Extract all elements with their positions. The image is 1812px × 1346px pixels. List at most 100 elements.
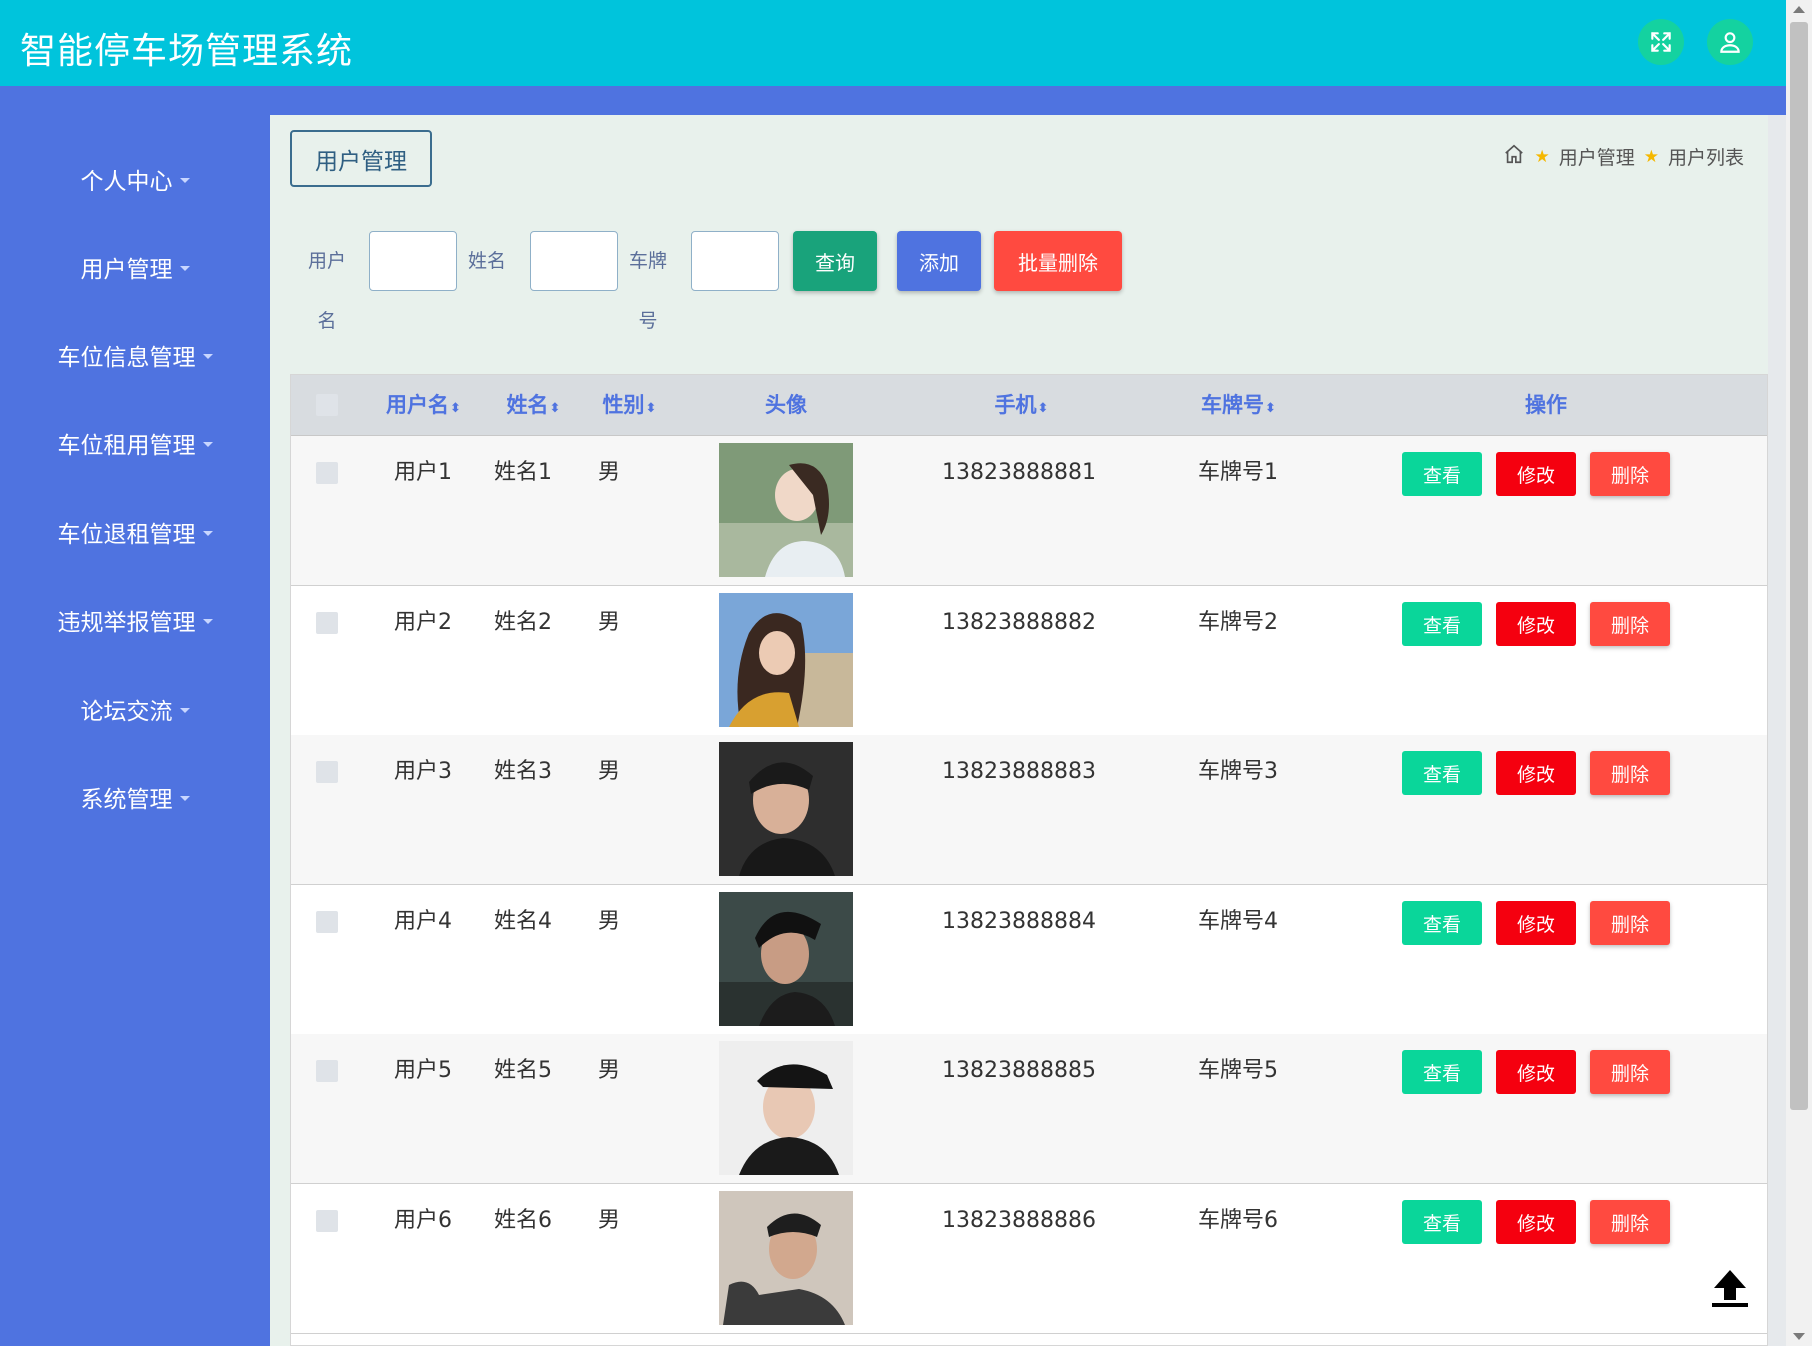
- cell-gender: 男: [597, 759, 620, 784]
- add-button[interactable]: 添加: [897, 231, 981, 291]
- edit-button[interactable]: 修改: [1496, 452, 1576, 496]
- edit-button[interactable]: 修改: [1496, 1050, 1576, 1094]
- breadcrumb-item[interactable]: 用户管理: [1559, 143, 1635, 170]
- app-title: 智能停车场管理系统: [20, 31, 354, 72]
- chevron-down-icon: [202, 441, 213, 447]
- username-label-cont: 名: [317, 310, 337, 332]
- table-header: 用户名⬍ 姓名⬍ 性别⬍ 头像 手机⬍ 车牌号⬍ 操作: [291, 375, 1767, 436]
- cell-phone: 13823888882: [942, 610, 1096, 635]
- home-icon[interactable]: [1503, 143, 1525, 170]
- delete-button[interactable]: 删除: [1590, 452, 1670, 496]
- cell-plate: 车牌号3: [1198, 759, 1278, 784]
- edit-button[interactable]: 修改: [1496, 1200, 1576, 1244]
- select-all-checkbox[interactable]: [316, 394, 338, 416]
- cell-plate: 车牌号6: [1198, 1208, 1278, 1233]
- star-icon: ★: [1643, 146, 1659, 167]
- cell-phone: 13823888883: [942, 759, 1096, 784]
- cell-plate: 车牌号1: [1198, 460, 1278, 485]
- sidebar-item-label: 车位退租管理: [57, 522, 196, 548]
- cell-username: 用户2: [394, 610, 452, 635]
- edit-button[interactable]: 修改: [1496, 602, 1576, 646]
- chevron-down-icon: [179, 795, 190, 801]
- sidebar-item-label: 用户管理: [80, 257, 173, 283]
- delete-button[interactable]: 删除: [1590, 602, 1670, 646]
- star-icon: ★: [1534, 146, 1550, 167]
- edit-button[interactable]: 修改: [1496, 751, 1576, 795]
- row-checkbox[interactable]: [316, 612, 338, 634]
- name-input[interactable]: [530, 231, 618, 291]
- sidebar-item-space-rental[interactable]: 车位租用管理: [0, 423, 270, 463]
- row-checkbox[interactable]: [316, 761, 338, 783]
- tab-user-management[interactable]: 用户管理: [290, 130, 432, 187]
- sort-icon: ⬍: [549, 401, 561, 416]
- scrollbar-thumb[interactable]: [1790, 22, 1808, 1110]
- table-row: 用户4 姓名4 男 13823888884 车牌号4 查看 修改 删除: [291, 885, 1767, 1035]
- cell-gender: 男: [597, 1058, 620, 1083]
- view-button[interactable]: 查看: [1402, 452, 1482, 496]
- sort-icon: ⬍: [450, 401, 461, 416]
- batch-delete-button[interactable]: 批量删除: [994, 231, 1122, 291]
- cell-name: 姓名1: [494, 460, 552, 485]
- cell-name: 姓名2: [494, 610, 552, 635]
- column-header-name[interactable]: 姓名⬍: [493, 375, 573, 436]
- view-button[interactable]: 查看: [1402, 602, 1482, 646]
- arrow-up-icon: [1712, 1270, 1748, 1307]
- column-header-gender[interactable]: 性别⬍: [589, 375, 669, 436]
- column-header-phone[interactable]: 手机⬍: [966, 375, 1076, 436]
- sidebar-item-user-management[interactable]: 用户管理: [0, 247, 270, 287]
- sidebar-item-label: 违规举报管理: [57, 610, 196, 636]
- scrollbar[interactable]: [1786, 0, 1812, 1346]
- query-button[interactable]: 查询: [793, 231, 877, 291]
- edit-button[interactable]: 修改: [1496, 901, 1576, 945]
- sidebar-item-forum[interactable]: 论坛交流: [0, 689, 270, 729]
- scroll-up-icon[interactable]: [1793, 6, 1805, 13]
- cell-name: 姓名4: [494, 909, 552, 934]
- sidebar-item-personal-center[interactable]: 个人中心: [0, 159, 270, 199]
- sidebar-item-system[interactable]: 系统管理: [0, 777, 270, 817]
- view-button[interactable]: 查看: [1402, 751, 1482, 795]
- column-header-actions: 操作: [1525, 393, 1567, 417]
- plate-input[interactable]: [691, 231, 779, 291]
- delete-button[interactable]: 删除: [1590, 1050, 1670, 1094]
- sidebar-item-label: 系统管理: [80, 787, 173, 813]
- avatar: [719, 742, 853, 876]
- cell-phone: 13823888885: [942, 1058, 1096, 1083]
- cell-gender: 男: [597, 909, 620, 934]
- delete-button[interactable]: 删除: [1590, 901, 1670, 945]
- view-button[interactable]: 查看: [1402, 1050, 1482, 1094]
- cell-username: 用户6: [394, 1208, 452, 1233]
- delete-button[interactable]: 删除: [1590, 751, 1670, 795]
- avatar: [719, 443, 853, 577]
- cell-plate: 车牌号4: [1198, 909, 1278, 934]
- view-button[interactable]: 查看: [1402, 901, 1482, 945]
- table-row: 用户2 姓名2 男 13823888882 车牌号2 查看 修改 删除: [291, 586, 1767, 736]
- row-checkbox[interactable]: [316, 911, 338, 933]
- cell-gender: 男: [597, 610, 620, 635]
- sidebar-item-label: 论坛交流: [80, 699, 173, 725]
- username-input[interactable]: [369, 231, 457, 291]
- row-checkbox[interactable]: [316, 1060, 338, 1082]
- column-header-username[interactable]: 用户名⬍: [373, 375, 473, 436]
- sort-icon: ⬍: [645, 401, 657, 416]
- cell-phone: 13823888881: [942, 460, 1096, 485]
- chevron-down-icon: [202, 353, 213, 359]
- delete-button[interactable]: 删除: [1590, 1200, 1670, 1244]
- view-button[interactable]: 查看: [1402, 1200, 1482, 1244]
- avatar: [719, 1041, 853, 1175]
- breadcrumb: ★ 用户管理 ★ 用户列表: [1503, 143, 1744, 170]
- sidebar-item-violation-report[interactable]: 违规举报管理: [0, 600, 270, 640]
- sidebar-item-space-info[interactable]: 车位信息管理: [0, 335, 270, 375]
- row-checkbox[interactable]: [316, 462, 338, 484]
- cell-phone: 13823888884: [942, 909, 1096, 934]
- avatar: [719, 593, 853, 727]
- sidebar-item-space-return[interactable]: 车位退租管理: [0, 512, 270, 552]
- column-header-plate[interactable]: 车牌号⬍: [1183, 375, 1293, 436]
- user-icon[interactable]: [1707, 19, 1753, 65]
- sidebar-item-label: 车位租用管理: [57, 433, 196, 459]
- row-checkbox[interactable]: [316, 1210, 338, 1232]
- cell-name: 姓名6: [494, 1208, 552, 1233]
- fullscreen-icon[interactable]: [1638, 19, 1684, 65]
- scroll-down-icon[interactable]: [1793, 1333, 1805, 1340]
- back-to-top-button[interactable]: [1699, 1257, 1761, 1319]
- cell-gender: 男: [597, 1208, 620, 1233]
